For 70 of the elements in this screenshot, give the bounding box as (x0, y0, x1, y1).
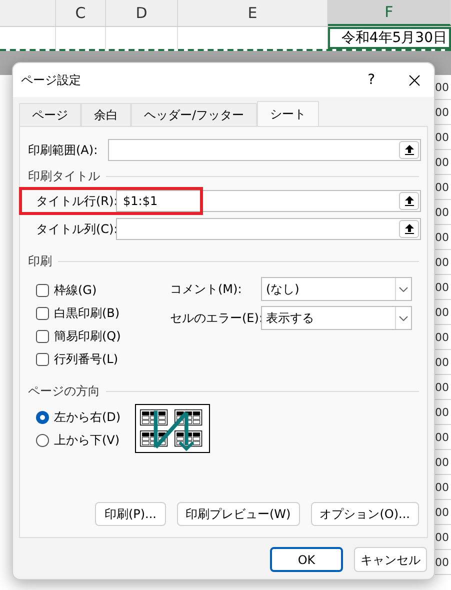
tab[interactable]: ページ (19, 103, 81, 126)
section-heading: 印刷タイトル (28, 168, 100, 185)
column-header[interactable]: F (328, 0, 451, 26)
close-icon[interactable] (409, 74, 420, 86)
date-cell: 令和4年5月30日 (328, 27, 451, 49)
checkbox[interactable] (36, 330, 49, 342)
table-cell: 00 (435, 82, 449, 92)
checkbox[interactable] (36, 306, 49, 320)
collapse-button[interactable] (399, 220, 419, 238)
table-cell: 00 (435, 556, 449, 568)
checkbox[interactable] (36, 284, 49, 296)
table-cell: 00 (435, 332, 449, 342)
collapse-button[interactable] (399, 141, 419, 159)
collapse-button[interactable] (399, 192, 419, 210)
checkbox-label: 枠線(G) (54, 282, 97, 299)
field-label: タイトル列(C): (36, 221, 116, 238)
tab[interactable]: 余白 (81, 103, 131, 126)
table-cell: 00 (435, 156, 449, 168)
tab[interactable]: シート (257, 101, 320, 126)
upload-arrow-icon (404, 145, 414, 155)
radio-button[interactable] (36, 410, 49, 424)
dropdown[interactable]: 表示する (261, 306, 412, 330)
dialog-button[interactable]: 印刷(P)... (95, 502, 166, 526)
reference-field[interactable] (116, 218, 421, 240)
table-cell: 00 (435, 506, 449, 518)
section-heading: 印刷 (28, 253, 52, 270)
table-cell: 00 (435, 282, 449, 292)
cancel-button[interactable]: キャンセル (354, 547, 427, 572)
table-cell: 00 (435, 482, 449, 492)
upload-arrow-icon (404, 196, 414, 206)
table-cell: 00 (435, 456, 449, 468)
table-cell: 00 (435, 256, 449, 268)
chevron-down-icon (399, 286, 408, 292)
radio-label: 上から下(V) (54, 432, 120, 449)
table-cell: 00 (435, 356, 449, 368)
table-cell: 00 (435, 306, 449, 318)
chevron-down-icon (399, 316, 408, 320)
checkbox-label: 白黒印刷(B) (54, 305, 120, 322)
checkbox[interactable] (36, 352, 49, 366)
dropdown-label: セルのエラー(E): (170, 310, 261, 327)
column-header[interactable]: C (56, 0, 106, 26)
dropdown[interactable]: (なし) (261, 277, 412, 301)
table-cell: 00 (435, 382, 449, 392)
checkbox-label: 簡易印刷(Q) (54, 328, 121, 345)
table-cell: 00 (435, 232, 449, 242)
section-heading: ページの方向 (28, 383, 100, 400)
tab[interactable]: ヘッダー/フッター (131, 103, 258, 126)
ok-button[interactable]: OK (270, 547, 343, 572)
radio-button[interactable] (36, 434, 49, 446)
dropdown-label: コメント(M): (170, 281, 243, 298)
table-cell: 00 (435, 132, 449, 142)
table-cell: 00 (435, 182, 449, 192)
field-label: 印刷範囲(A): (28, 142, 99, 159)
table-cell: 00 (435, 106, 449, 118)
table-cell: 00 (435, 532, 449, 542)
reference-field[interactable] (108, 139, 421, 161)
dialog-button[interactable]: オプション(O)... (310, 502, 419, 526)
field-label: タイトル行(R): (36, 193, 116, 210)
radio-label: 左から右(D) (54, 409, 121, 426)
dialog-button[interactable]: 印刷プレビュー(W) (176, 502, 300, 526)
checkbox-label: 行列番号(L) (54, 351, 118, 368)
upload-arrow-icon (404, 224, 414, 234)
field-value: $1:$1 (123, 193, 158, 210)
help-button[interactable]: ? (368, 70, 375, 90)
reference-field[interactable]: $1:$1 (116, 190, 421, 212)
table-cell: 00 (435, 432, 449, 442)
table-cell: 00 (435, 406, 449, 418)
window-title: ページ設定 (21, 72, 82, 89)
table-cell: 00 (435, 206, 449, 218)
column-header[interactable]: D (106, 0, 178, 26)
